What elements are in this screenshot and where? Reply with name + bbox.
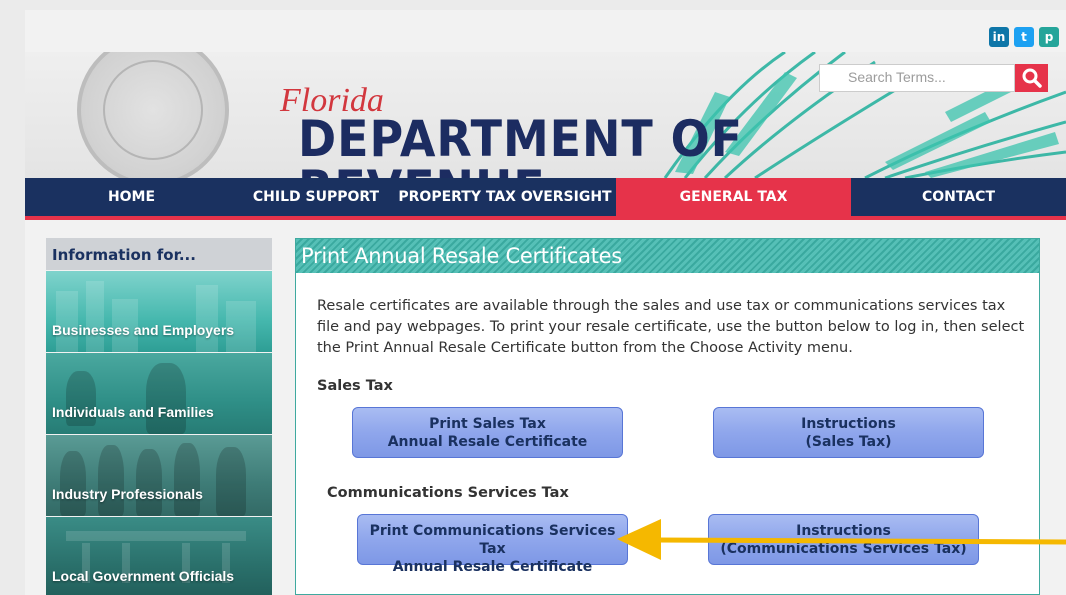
search-button[interactable]	[1015, 64, 1048, 92]
nav-general-tax[interactable]: GENERAL TAX	[616, 178, 851, 216]
print-communications-tax-certificate-button[interactable]: Print Communications Services Tax Annual…	[357, 514, 628, 575]
social-bar: in t p	[25, 10, 1066, 52]
sidebar-item-businesses[interactable]: Businesses and Employers	[46, 271, 272, 352]
twitter-icon[interactable]: t	[1014, 27, 1034, 47]
sidebar-item-individuals[interactable]: Individuals and Families	[46, 353, 272, 434]
button-label-line: Print Sales Tax	[429, 416, 546, 432]
site-header: Florida DEPARTMENT OF REVENUE Search Ter…	[25, 52, 1066, 178]
search-icon	[1022, 68, 1042, 88]
page: in t p Florida DEPARTMENT OF Search Term…	[25, 10, 1066, 595]
sales-tax-heading: Sales Tax	[317, 378, 393, 394]
nav-property-tax-oversight[interactable]: PROPERTY TAX OVERSIGHT	[394, 178, 616, 216]
sidebar-item-label: Individuals and Families	[52, 404, 214, 420]
button-label-line: (Sales Tax)	[805, 434, 892, 450]
button-label-line: Print Communications Services Tax	[369, 523, 616, 557]
sidebar-heading: Information for...	[46, 238, 272, 270]
sidebar-item-local-government[interactable]: Local Government Officials	[46, 517, 272, 595]
sidebar-item-label: Local Government Officials	[52, 568, 235, 584]
state-seal-logo	[77, 52, 229, 178]
sidebar-item-industry[interactable]: Industry Professionals	[46, 435, 272, 516]
nav-child-support[interactable]: CHILD SUPPORT	[238, 178, 394, 216]
communications-tax-heading: Communications Services Tax	[327, 485, 569, 501]
palm-tree-icon[interactable]: p	[1039, 27, 1059, 47]
button-label-line: Instructions	[801, 416, 896, 432]
nav-contact[interactable]: CONTACT	[851, 178, 1066, 216]
search-input[interactable]: Search Terms...	[819, 64, 1015, 92]
site-title: DEPARTMENT OF REVENUE	[298, 110, 744, 178]
intro-text: Resale certificates are available throug…	[317, 298, 1025, 356]
annotation-arrow	[617, 519, 1066, 560]
sales-tax-instructions-button[interactable]: Instructions (Sales Tax)	[713, 407, 984, 458]
linkedin-icon[interactable]: in	[989, 27, 1009, 47]
sidebar-item-label: Industry Professionals	[52, 486, 203, 502]
button-label-line: Annual Resale Certificate	[387, 434, 588, 450]
nav-home[interactable]: HOME	[25, 178, 238, 216]
print-sales-tax-certificate-button[interactable]: Print Sales Tax Annual Resale Certificat…	[352, 407, 623, 458]
main-nav: HOME CHILD SUPPORT PROPERTY TAX OVERSIGH…	[25, 178, 1066, 220]
button-label-line: Annual Resale Certificate	[392, 559, 593, 575]
page-title: Print Annual Resale Certificates	[296, 239, 1039, 273]
sidebar: Information for... Businesses and Employ…	[46, 238, 272, 595]
sidebar-item-label: Businesses and Employers	[52, 322, 235, 338]
